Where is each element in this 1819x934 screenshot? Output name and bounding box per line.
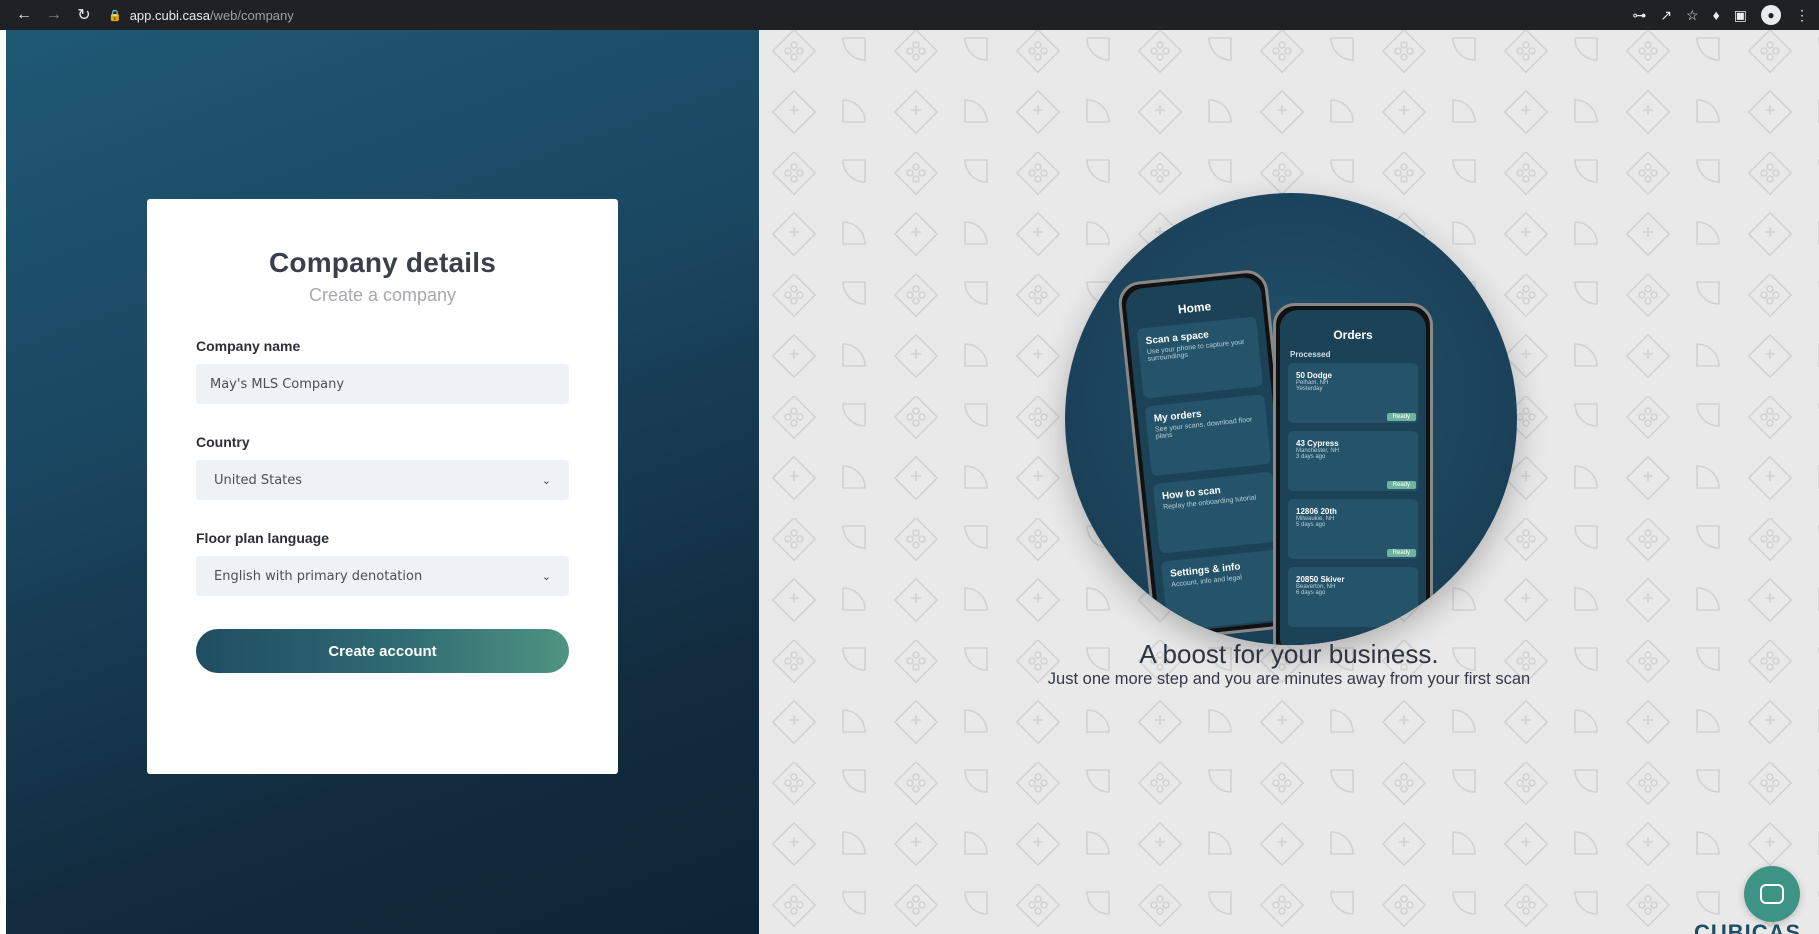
address-bar[interactable]: 🔒 app.cubi.casa/web/company (108, 3, 294, 27)
phone-tile: Settings & info Account, info and legal (1160, 549, 1288, 632)
app-preview-circle: Home Scan a space Use your phone to capt… (1065, 193, 1517, 645)
phone-tile: My orders See your scans, download floor… (1144, 394, 1272, 477)
order-time: 3 days ago (1296, 454, 1326, 460)
company-name-label: Company name (196, 338, 301, 354)
country-select[interactable]: United States ⌄ (196, 460, 569, 500)
company-form-card: Company details Create a company Company… (147, 199, 618, 774)
url-host: app.cubi.casa (129, 7, 210, 23)
extensions-icon[interactable]: ♦ (1713, 7, 1720, 23)
chat-launcher-button[interactable] (1744, 866, 1800, 922)
language-select[interactable]: English with primary denotation ⌄ (196, 556, 569, 596)
star-icon[interactable]: ☆ (1686, 7, 1699, 24)
phone-orders-title: Orders (1333, 328, 1373, 342)
phone-tile: How to scan Replay the onboarding tutori… (1152, 471, 1280, 554)
country-label: Country (196, 434, 250, 450)
order-address: 50 Dodge (1296, 371, 1333, 380)
reload-icon[interactable]: ↻ (74, 5, 94, 25)
url-path: /web/company (209, 7, 294, 23)
phone-orders-section: Processed (1290, 350, 1331, 359)
forward-arrow-icon[interactable]: → (44, 5, 64, 25)
chat-icon (1760, 884, 1784, 904)
create-account-button[interactable]: Create account (196, 629, 569, 673)
company-name-input[interactable]: May's MLS Company (196, 364, 569, 404)
right-panel: Home Scan a space Use your phone to capt… (759, 30, 1819, 934)
order-card: 50 Dodge Pelham, NH Yesterday Ready (1288, 363, 1418, 423)
order-card: 43 Cypress Manchester, NH 3 days ago Rea… (1288, 431, 1418, 491)
sidepanel-icon[interactable]: ▣ (1734, 7, 1747, 24)
order-status-badge: Ready (1386, 481, 1416, 489)
promo-headline: A boost for your business. (1139, 639, 1439, 669)
page: Company details Create a company Company… (6, 30, 1819, 934)
order-time: 6 days ago (1296, 590, 1326, 596)
form-subtitle: Create a company (308, 285, 457, 305)
phone-home-title: Home (1177, 299, 1212, 317)
chevron-down-icon: ⌄ (541, 569, 551, 583)
profile-avatar-icon[interactable]: ● (1761, 5, 1781, 25)
share-icon[interactable]: ↗ (1660, 7, 1672, 24)
order-time: 5 days ago (1296, 522, 1326, 528)
menu-kebab-icon[interactable]: ⋮ (1795, 7, 1809, 24)
language-value: English with primary denotation (214, 568, 423, 584)
order-status-badge: Ready (1386, 549, 1416, 557)
order-status-badge: Ready (1386, 413, 1416, 421)
lock-icon: 🔒 (108, 9, 122, 22)
browser-toolbar: ← → ↻ 🔒 app.cubi.casa/web/company ⊶ ↗ ☆ … (0, 0, 1819, 30)
chevron-down-icon: ⌄ (541, 473, 551, 487)
promo-subline: Just one more step and you are minutes a… (1047, 670, 1531, 688)
phone-tile: Scan a space Use your phone to capture y… (1136, 316, 1264, 399)
order-time: Yesterday (1296, 386, 1323, 392)
order-address: 43 Cypress (1296, 439, 1339, 448)
phone-orders-mockup: Orders Processed 50 Dodge Pelham, NH Yes… (1273, 303, 1433, 645)
left-panel: Company details Create a company Company… (6, 30, 759, 934)
order-address: 20850 Skiver (1296, 575, 1345, 584)
form-title: Company details (268, 247, 497, 278)
brand-logo: CUBICAS (1694, 920, 1802, 934)
back-arrow-icon[interactable]: ← (14, 5, 34, 25)
key-icon[interactable]: ⊶ (1632, 7, 1646, 24)
order-card: 20850 Skiver Beaverton, NH 6 days ago (1288, 567, 1418, 627)
language-label: Floor plan language (196, 530, 330, 546)
order-card: 12806 20th Milwaukie, NH 5 days ago Read… (1288, 499, 1418, 559)
order-address: 12806 20th (1296, 507, 1337, 516)
country-value: United States (214, 472, 303, 488)
